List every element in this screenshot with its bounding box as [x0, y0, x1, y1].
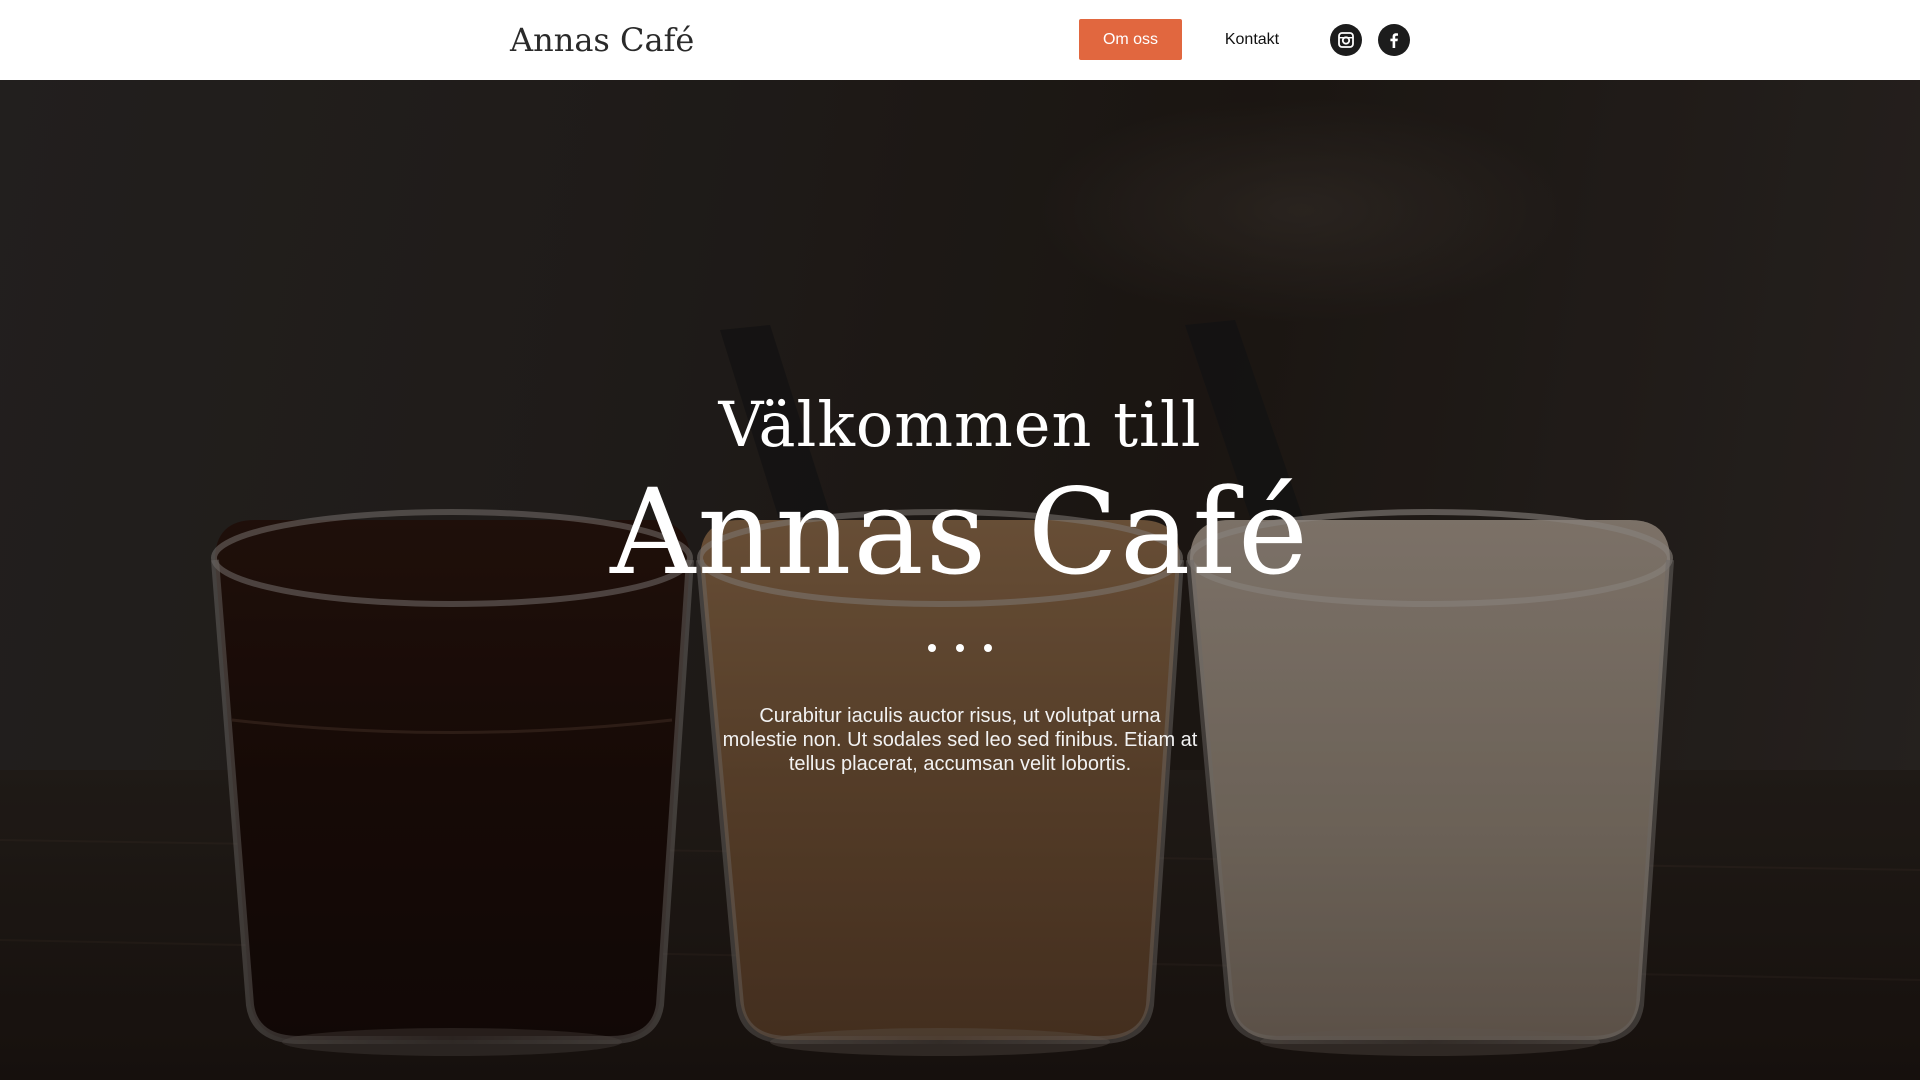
site-header: Annas Café Om oss Kontakt	[0, 0, 1920, 80]
facebook-icon[interactable]	[1378, 24, 1410, 56]
hero-section: Välkommen till Annas Café Curabitur iacu…	[0, 80, 1920, 1080]
hero-description: Curabitur iaculis auctor risus, ut volut…	[722, 705, 1198, 775]
hero-content: Välkommen till Annas Café Curabitur iacu…	[0, 80, 1920, 1080]
instagram-icon[interactable]	[1330, 24, 1362, 56]
divider-dot	[928, 644, 936, 652]
facebook-glyph	[1390, 33, 1398, 48]
ellipsis-divider	[928, 642, 992, 654]
nav-contact-link[interactable]: Kontakt	[1212, 19, 1292, 60]
instagram-glyph	[1338, 32, 1354, 48]
hero-title: Annas Café	[610, 463, 1310, 601]
divider-dot	[956, 644, 964, 652]
divider-dot	[984, 644, 992, 652]
brand-logo-text[interactable]: Annas Café	[510, 20, 694, 60]
hero-subtitle: Välkommen till	[718, 388, 1202, 461]
nav-about-button[interactable]: Om oss	[1079, 19, 1182, 60]
